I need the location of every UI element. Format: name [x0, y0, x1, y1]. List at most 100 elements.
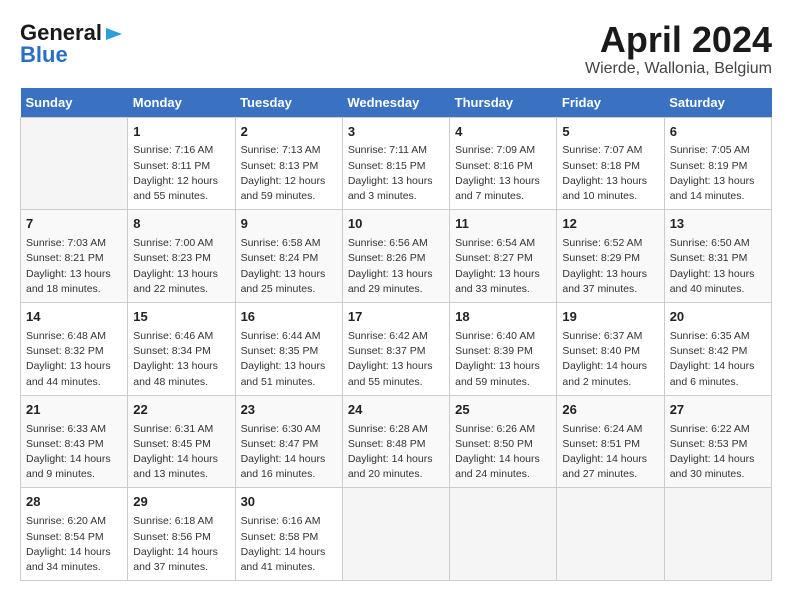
day-info: Sunrise: 7:16 AM Sunset: 8:11 PM Dayligh…: [133, 143, 229, 204]
calendar-week-row: 28 Sunrise: 6:20 AM Sunset: 8:54 PM Dayli…: [21, 488, 772, 581]
day-info: Sunrise: 6:24 AM Sunset: 8:51 PM Dayligh…: [562, 422, 658, 483]
calendar-cell: 24 Sunrise: 6:28 AM Sunset: 8:48 PM Dayli…: [342, 395, 449, 488]
calendar-header-row: SundayMondayTuesdayWednesdayThursdayFrid…: [21, 88, 772, 118]
day-number: 15: [133, 308, 229, 327]
day-number: 30: [241, 493, 337, 512]
calendar-cell: 12 Sunrise: 6:52 AM Sunset: 8:29 PM Dayli…: [557, 210, 664, 303]
calendar-cell: 23Sunrise: 6:30 AM Sunset: 8:47 PM Dayli…: [235, 395, 342, 488]
day-number: 12: [562, 215, 658, 234]
calendar-table: SundayMondayTuesdayWednesdayThursdayFrid…: [20, 88, 772, 582]
calendar-week-row: 1Sunrise: 7:16 AM Sunset: 8:11 PM Daylig…: [21, 117, 772, 210]
day-number: 23: [241, 401, 337, 420]
day-info: Sunrise: 7:00 AM Sunset: 8:23 PM Dayligh…: [133, 236, 229, 297]
day-number: 2: [241, 123, 337, 142]
day-number: 21: [26, 401, 122, 420]
logo: General Blue: [20, 20, 124, 68]
calendar-cell: 5Sunrise: 7:07 AM Sunset: 8:18 PM Daylig…: [557, 117, 664, 210]
day-info: Sunrise: 6:28 AM Sunset: 8:48 PM Dayligh…: [348, 422, 444, 483]
logo-text-blue: Blue: [20, 42, 68, 68]
day-info: Sunrise: 6:52 AM Sunset: 8:29 PM Dayligh…: [562, 236, 658, 297]
calendar-cell: 27 Sunrise: 6:22 AM Sunset: 8:53 PM Dayli…: [664, 395, 771, 488]
calendar-cell: 22 Sunrise: 6:31 AM Sunset: 8:45 PM Dayli…: [128, 395, 235, 488]
calendar-cell: 14 Sunrise: 6:48 AM Sunset: 8:32 PM Dayli…: [21, 303, 128, 396]
day-number: 1: [133, 123, 229, 142]
day-info: Sunrise: 6:48 AM Sunset: 8:32 PM Dayligh…: [26, 329, 122, 390]
day-info: Sunrise: 7:09 AM Sunset: 8:16 PM Dayligh…: [455, 143, 551, 204]
calendar-cell: 4Sunrise: 7:09 AM Sunset: 8:16 PM Daylig…: [450, 117, 557, 210]
day-info: Sunrise: 6:50 AM Sunset: 8:31 PM Dayligh…: [670, 236, 766, 297]
header-monday: Monday: [128, 88, 235, 118]
day-number: 29: [133, 493, 229, 512]
calendar-cell: 28 Sunrise: 6:20 AM Sunset: 8:54 PM Dayli…: [21, 488, 128, 581]
header-friday: Friday: [557, 88, 664, 118]
day-info: Sunrise: 7:11 AM Sunset: 8:15 PM Dayligh…: [348, 143, 444, 204]
calendar-cell: [664, 488, 771, 581]
day-info: Sunrise: 6:35 AM Sunset: 8:42 PM Dayligh…: [670, 329, 766, 390]
day-info: Sunrise: 6:33 AM Sunset: 8:43 PM Dayligh…: [26, 422, 122, 483]
day-info: Sunrise: 6:44 AM Sunset: 8:35 PM Dayligh…: [241, 329, 337, 390]
calendar-cell: [557, 488, 664, 581]
day-info: Sunrise: 6:58 AM Sunset: 8:24 PM Dayligh…: [241, 236, 337, 297]
calendar-cell: 25 Sunrise: 6:26 AM Sunset: 8:50 PM Dayli…: [450, 395, 557, 488]
day-info: Sunrise: 7:07 AM Sunset: 8:18 PM Dayligh…: [562, 143, 658, 204]
day-number: 28: [26, 493, 122, 512]
day-info: Sunrise: 6:46 AM Sunset: 8:34 PM Dayligh…: [133, 329, 229, 390]
calendar-subtitle: Wierde, Wallonia, Belgium: [585, 60, 772, 78]
calendar-cell: 20 Sunrise: 6:35 AM Sunset: 8:42 PM Dayli…: [664, 303, 771, 396]
day-info: Sunrise: 6:26 AM Sunset: 8:50 PM Dayligh…: [455, 422, 551, 483]
calendar-title: April 2024: [585, 20, 772, 60]
calendar-cell: 18 Sunrise: 6:40 AM Sunset: 8:39 PM Dayli…: [450, 303, 557, 396]
header-wednesday: Wednesday: [342, 88, 449, 118]
title-block: April 2024 Wierde, Wallonia, Belgium: [585, 20, 772, 78]
day-info: Sunrise: 7:05 AM Sunset: 8:19 PM Dayligh…: [670, 143, 766, 204]
day-number: 11: [455, 215, 551, 234]
day-number: 14: [26, 308, 122, 327]
day-number: 16: [241, 308, 337, 327]
calendar-cell: 10 Sunrise: 6:56 AM Sunset: 8:26 PM Dayli…: [342, 210, 449, 303]
calendar-cell: 26 Sunrise: 6:24 AM Sunset: 8:51 PM Dayli…: [557, 395, 664, 488]
header-tuesday: Tuesday: [235, 88, 342, 118]
day-info: Sunrise: 6:22 AM Sunset: 8:53 PM Dayligh…: [670, 422, 766, 483]
day-info: Sunrise: 6:54 AM Sunset: 8:27 PM Dayligh…: [455, 236, 551, 297]
header-thursday: Thursday: [450, 88, 557, 118]
calendar-week-row: 21 Sunrise: 6:33 AM Sunset: 8:43 PM Dayli…: [21, 395, 772, 488]
day-number: 8: [133, 215, 229, 234]
calendar-cell: 9 Sunrise: 6:58 AM Sunset: 8:24 PM Daylig…: [235, 210, 342, 303]
day-number: 22: [133, 401, 229, 420]
day-number: 25: [455, 401, 551, 420]
calendar-cell: 30Sunrise: 6:16 AM Sunset: 8:58 PM Dayli…: [235, 488, 342, 581]
day-number: 9: [241, 215, 337, 234]
day-info: Sunrise: 6:31 AM Sunset: 8:45 PM Dayligh…: [133, 422, 229, 483]
calendar-week-row: 7Sunrise: 7:03 AM Sunset: 8:21 PM Daylig…: [21, 210, 772, 303]
day-number: 4: [455, 123, 551, 142]
day-number: 6: [670, 123, 766, 142]
calendar-cell: 19Sunrise: 6:37 AM Sunset: 8:40 PM Dayli…: [557, 303, 664, 396]
day-number: 5: [562, 123, 658, 142]
day-info: Sunrise: 6:40 AM Sunset: 8:39 PM Dayligh…: [455, 329, 551, 390]
calendar-cell: 2Sunrise: 7:13 AM Sunset: 8:13 PM Daylig…: [235, 117, 342, 210]
header-saturday: Saturday: [664, 88, 771, 118]
calendar-week-row: 14 Sunrise: 6:48 AM Sunset: 8:32 PM Dayli…: [21, 303, 772, 396]
calendar-cell: 15 Sunrise: 6:46 AM Sunset: 8:34 PM Dayli…: [128, 303, 235, 396]
calendar-cell: 17Sunrise: 6:42 AM Sunset: 8:37 PM Dayli…: [342, 303, 449, 396]
header-sunday: Sunday: [21, 88, 128, 118]
day-info: Sunrise: 7:03 AM Sunset: 8:21 PM Dayligh…: [26, 236, 122, 297]
day-number: 24: [348, 401, 444, 420]
day-number: 26: [562, 401, 658, 420]
day-number: 3: [348, 123, 444, 142]
calendar-cell: [450, 488, 557, 581]
calendar-cell: 8 Sunrise: 7:00 AM Sunset: 8:23 PM Daylig…: [128, 210, 235, 303]
calendar-cell: [342, 488, 449, 581]
page-header: General Blue April 2024 Wierde, Wallonia…: [20, 20, 772, 78]
calendar-cell: [21, 117, 128, 210]
day-info: Sunrise: 6:56 AM Sunset: 8:26 PM Dayligh…: [348, 236, 444, 297]
day-number: 20: [670, 308, 766, 327]
day-number: 18: [455, 308, 551, 327]
day-number: 13: [670, 215, 766, 234]
day-info: Sunrise: 6:42 AM Sunset: 8:37 PM Dayligh…: [348, 329, 444, 390]
day-info: Sunrise: 6:20 AM Sunset: 8:54 PM Dayligh…: [26, 514, 122, 575]
day-number: 27: [670, 401, 766, 420]
day-number: 10: [348, 215, 444, 234]
calendar-cell: 11 Sunrise: 6:54 AM Sunset: 8:27 PM Dayli…: [450, 210, 557, 303]
calendar-cell: 7Sunrise: 7:03 AM Sunset: 8:21 PM Daylig…: [21, 210, 128, 303]
